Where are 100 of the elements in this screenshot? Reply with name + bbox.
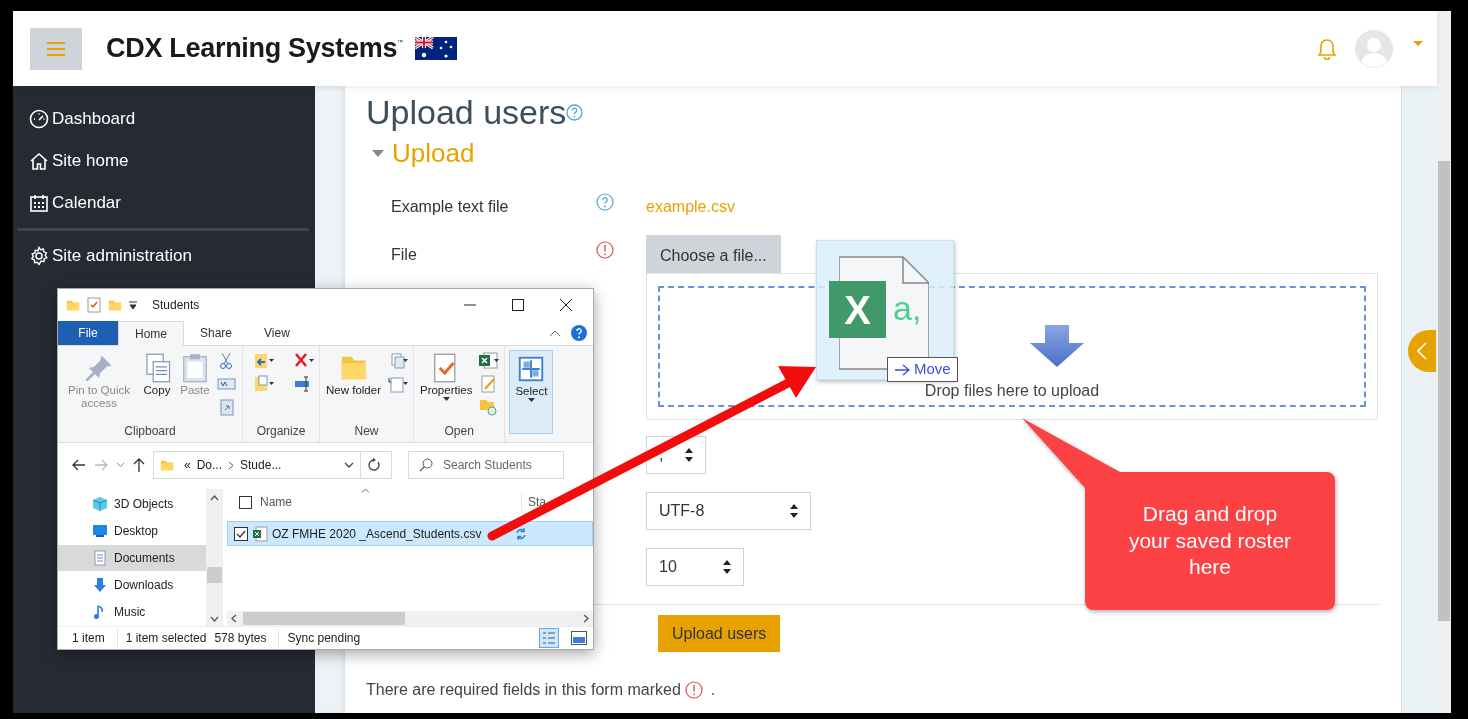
- row-checkbox[interactable]: [234, 526, 248, 541]
- nav-item[interactable]: Documents: [58, 545, 206, 571]
- ribbon-button[interactable]: Copy: [140, 350, 174, 400]
- callout-text: Drag and drop your saved roster here: [1127, 500, 1293, 581]
- document-icon: [92, 549, 108, 566]
- path-segment[interactable]: Stude...: [240, 456, 282, 474]
- address-bar[interactable]: « Do... Stude...: [153, 451, 361, 479]
- brand-logo[interactable]: CDX Learning Systems$^{™}$: [106, 28, 403, 69]
- scroll-thumb[interactable]: [243, 612, 405, 625]
- help-icon[interactable]: [596, 193, 614, 212]
- ribbon-tab[interactable]: Share: [184, 321, 249, 345]
- sidebar-item[interactable]: Calendar: [29, 186, 121, 220]
- down-arrow-icon: [1030, 325, 1084, 368]
- menu-icon: [47, 41, 65, 56]
- scrollbar[interactable]: [227, 611, 593, 626]
- spreadsheet-logo: X: [829, 281, 886, 338]
- sort-arrows-icon: [790, 504, 798, 519]
- scroll-down-icon[interactable]: [210, 616, 219, 622]
- spreadsheet-logo-text: a,: [893, 288, 922, 329]
- nav-item[interactable]: 3D Objects: [58, 491, 206, 517]
- collapse-ribbon-icon[interactable]: [549, 329, 561, 337]
- recent-dropdown-icon[interactable]: [116, 462, 125, 468]
- file-name: OZ FMHE 2020 _Ascend_Students.csv: [272, 525, 482, 543]
- drop-hint: Drop files here to upload: [924, 381, 1100, 402]
- group-label: Organize: [255, 423, 307, 440]
- caret-icon[interactable]: [1413, 40, 1423, 47]
- sort-icon[interactable]: [361, 488, 370, 493]
- properties-icon[interactable]: [86, 297, 102, 313]
- clipboard-icon: [180, 352, 210, 384]
- menu-button[interactable]: [30, 27, 82, 70]
- move-to-icon[interactable]: [253, 352, 275, 370]
- scrollbar[interactable]: [206, 489, 223, 626]
- file-menu-tab[interactable]: File: [58, 321, 118, 345]
- gauge-icon: [29, 109, 49, 129]
- download-icon: [92, 576, 108, 593]
- scroll-left-icon[interactable]: [231, 614, 237, 623]
- sort-arrows-icon: [723, 560, 731, 575]
- scrollbar[interactable]: [1437, 11, 1451, 713]
- forward-icon[interactable]: [94, 459, 108, 471]
- sidebar-item[interactable]: Site home: [29, 144, 129, 178]
- scroll-thumb[interactable]: [207, 567, 222, 583]
- flag-icon: [414, 37, 457, 60]
- form-note-end: .: [710, 680, 716, 701]
- scroll-up-icon[interactable]: [210, 495, 219, 501]
- path-segment[interactable]: Do...: [196, 456, 223, 474]
- cube-icon: [92, 495, 108, 512]
- nav-item[interactable]: Music: [58, 599, 206, 625]
- collapse-icon[interactable]: [372, 149, 384, 158]
- select-field[interactable]: UTF-8: [646, 492, 811, 531]
- gear-icon: [29, 246, 49, 266]
- select-all-checkbox[interactable]: [239, 495, 252, 509]
- nav-item[interactable]: Downloads: [58, 572, 206, 598]
- search-field[interactable]: Search Students: [408, 451, 564, 479]
- spreadsheet-icon[interactable]: [478, 352, 501, 370]
- move-label: Move: [914, 359, 951, 380]
- tiles-view-icon[interactable]: [571, 631, 587, 645]
- scroll-right-icon[interactable]: [583, 614, 589, 623]
- chevron-right-icon: [228, 460, 235, 470]
- scroll-thumb[interactable]: [1438, 161, 1450, 621]
- ribbon-button[interactable]: Select: [509, 350, 554, 434]
- copy-to-icon[interactable]: [253, 375, 275, 393]
- status-text: 1 item: [72, 630, 106, 647]
- ribbon-tab[interactable]: Home: [118, 321, 184, 346]
- status-text: 578 bytes: [214, 630, 268, 647]
- group-label: Clipboard: [123, 423, 177, 440]
- sort-arrows-icon: [685, 448, 693, 463]
- ribbon-button[interactable]: Properties: [417, 350, 475, 404]
- select-field[interactable]: 10: [646, 548, 744, 587]
- house-icon: [29, 151, 49, 171]
- refresh-button[interactable]: [360, 451, 392, 479]
- ribbon-button[interactable]: New folder: [324, 350, 383, 400]
- upload-button[interactable]: Upload users: [658, 615, 781, 653]
- calendar-icon: [29, 193, 49, 213]
- help-icon[interactable]: [566, 103, 584, 121]
- column-header[interactable]: Name: [260, 493, 292, 511]
- file-row[interactable]: OZ FMHE 2020 _Ascend_Students.csv: [227, 521, 593, 546]
- help-icon[interactable]: [571, 325, 587, 341]
- status-text: Sync pending: [278, 629, 369, 647]
- copy-path-icon[interactable]: [216, 375, 238, 393]
- group-label: Open: [443, 423, 475, 440]
- choose-file-button[interactable]: Choose a file...: [646, 235, 781, 274]
- bell-icon[interactable]: [1317, 37, 1337, 60]
- close-icon[interactable]: [560, 299, 572, 311]
- ribbon-tab[interactable]: View: [248, 321, 306, 345]
- sidebar-item[interactable]: Site administration: [29, 239, 192, 273]
- sidebar-item[interactable]: Dashboard: [29, 102, 136, 136]
- field-label: Example text file: [390, 197, 510, 218]
- customize-icon[interactable]: [128, 300, 138, 310]
- up-icon[interactable]: [133, 458, 145, 472]
- path-overflow[interactable]: «: [184, 456, 191, 474]
- page-title: Upload users: [366, 92, 567, 133]
- details-view-icon[interactable]: [539, 628, 559, 648]
- required-icon: [684, 681, 703, 700]
- nav-item[interactable]: Desktop: [58, 518, 206, 544]
- maximize-icon[interactable]: [512, 299, 524, 311]
- back-icon[interactable]: [72, 459, 86, 471]
- status-text: 1 item selected: [116, 629, 215, 647]
- sync-icon: [515, 527, 528, 540]
- easy-access-icon[interactable]: [386, 375, 409, 393]
- dropdown-icon[interactable]: [344, 462, 354, 468]
